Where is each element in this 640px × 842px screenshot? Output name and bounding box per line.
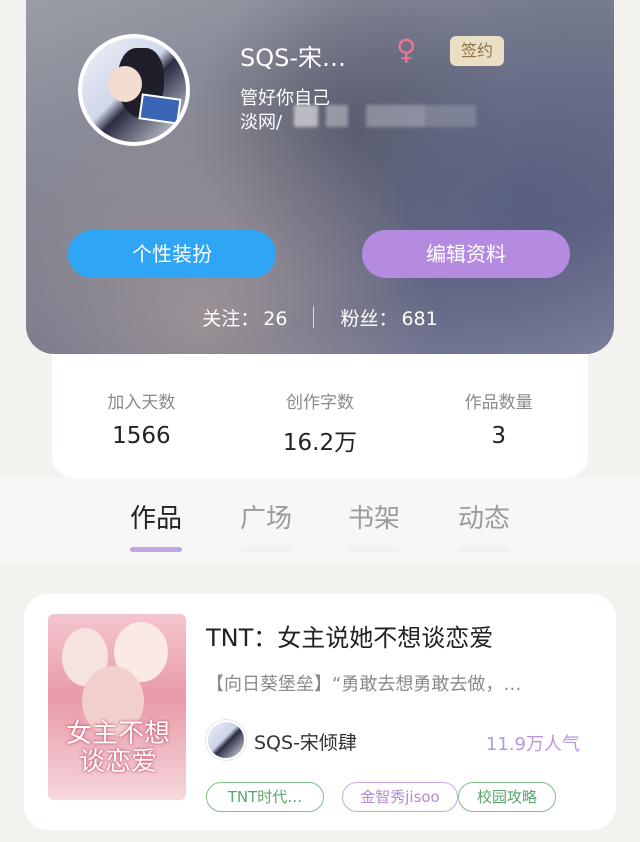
tab-label: 广场 xyxy=(239,504,292,534)
fans-label: 粉丝： xyxy=(340,307,398,330)
tag-campus[interactable]: 校园攻略 xyxy=(458,782,556,812)
tab-works[interactable]: 作品 xyxy=(126,498,186,552)
stat-join-days: 加入天数 1566 xyxy=(52,354,231,478)
tab-square[interactable]: 广场 xyxy=(236,498,296,552)
stat-label: 加入天数 xyxy=(107,393,176,413)
profile-header: SQS-宋… ♀ 签约 管好你自己 淡网/ 个性装扮 编辑资料 关注： 26 粉丝… xyxy=(26,0,614,354)
tab-activity[interactable]: 动态 xyxy=(454,498,514,552)
stat-value: 1566 xyxy=(112,423,171,449)
tag-tnt[interactable]: TNT时代… xyxy=(206,782,324,812)
stat-works-count: 作品数量 3 xyxy=(409,354,588,478)
avatar-face-shape xyxy=(108,66,142,102)
signed-badge: 签约 xyxy=(450,36,504,66)
tab-indicator xyxy=(130,547,182,552)
fans-count[interactable]: 粉丝： 681 xyxy=(340,304,437,331)
female-gender-icon: ♀ xyxy=(396,33,417,66)
tab-label: 作品 xyxy=(129,504,182,534)
tab-bookshelf[interactable]: 书架 xyxy=(344,498,404,552)
book-title[interactable]: TNT：女主说她不想谈恋爱 xyxy=(206,618,493,653)
following-label: 关注： xyxy=(202,307,260,330)
cover-title: 女主不想谈恋爱 xyxy=(65,719,170,777)
stat-value: 16.2万 xyxy=(282,430,358,456)
avatar[interactable] xyxy=(78,34,190,146)
stat-word-count: 创作字数 16.2万 xyxy=(231,354,410,478)
tab-indicator xyxy=(240,547,292,552)
book-description: 【向日葵堡垒】“勇敢去想勇敢去做，… xyxy=(206,674,522,695)
sub-text: 淡网/ xyxy=(240,112,283,133)
tab-label: 书架 xyxy=(347,504,400,534)
author-name[interactable]: SQS-宋倾肆 xyxy=(254,728,357,755)
stat-label: 作品数量 xyxy=(464,393,533,413)
tag-jisoo[interactable]: 金智秀jisoo xyxy=(342,782,458,812)
follow-stats-row: 关注： 26 粉丝： 681 xyxy=(26,302,614,332)
book-cover[interactable]: 女主不想谈恋爱 xyxy=(48,614,186,800)
avatar-image xyxy=(82,38,186,142)
stats-card: 加入天数 1566 创作字数 16.2万 作品数量 3 xyxy=(52,354,588,478)
stat-value: 3 xyxy=(491,423,506,449)
divider xyxy=(313,306,315,328)
redacted-block xyxy=(366,105,426,127)
tab-bar: 作品 广场 书架 动态 xyxy=(0,478,640,562)
avatar-sign-shape xyxy=(138,93,182,125)
author-avatar[interactable] xyxy=(206,720,246,760)
popularity: 11.9万人气 xyxy=(485,734,580,755)
book-card[interactable]: 女主不想谈恋爱 TNT：女主说她不想谈恋爱 【向日葵堡垒】“勇敢去想勇敢去做，…… xyxy=(24,594,616,830)
redacted-block xyxy=(326,105,348,127)
redacted-block xyxy=(294,105,318,127)
tab-indicator xyxy=(348,547,400,552)
edit-profile-button[interactable]: 编辑资料 xyxy=(362,230,570,278)
nickname: SQS-宋… xyxy=(240,44,347,72)
tab-indicator xyxy=(458,547,510,552)
dressup-button[interactable]: 个性装扮 xyxy=(68,230,276,278)
redacted-block xyxy=(426,105,476,127)
following-value: 26 xyxy=(263,307,288,330)
fans-value: 681 xyxy=(401,307,438,330)
tab-label: 动态 xyxy=(457,504,510,534)
following-count[interactable]: 关注： 26 xyxy=(202,304,287,331)
stat-label: 创作字数 xyxy=(286,393,354,413)
